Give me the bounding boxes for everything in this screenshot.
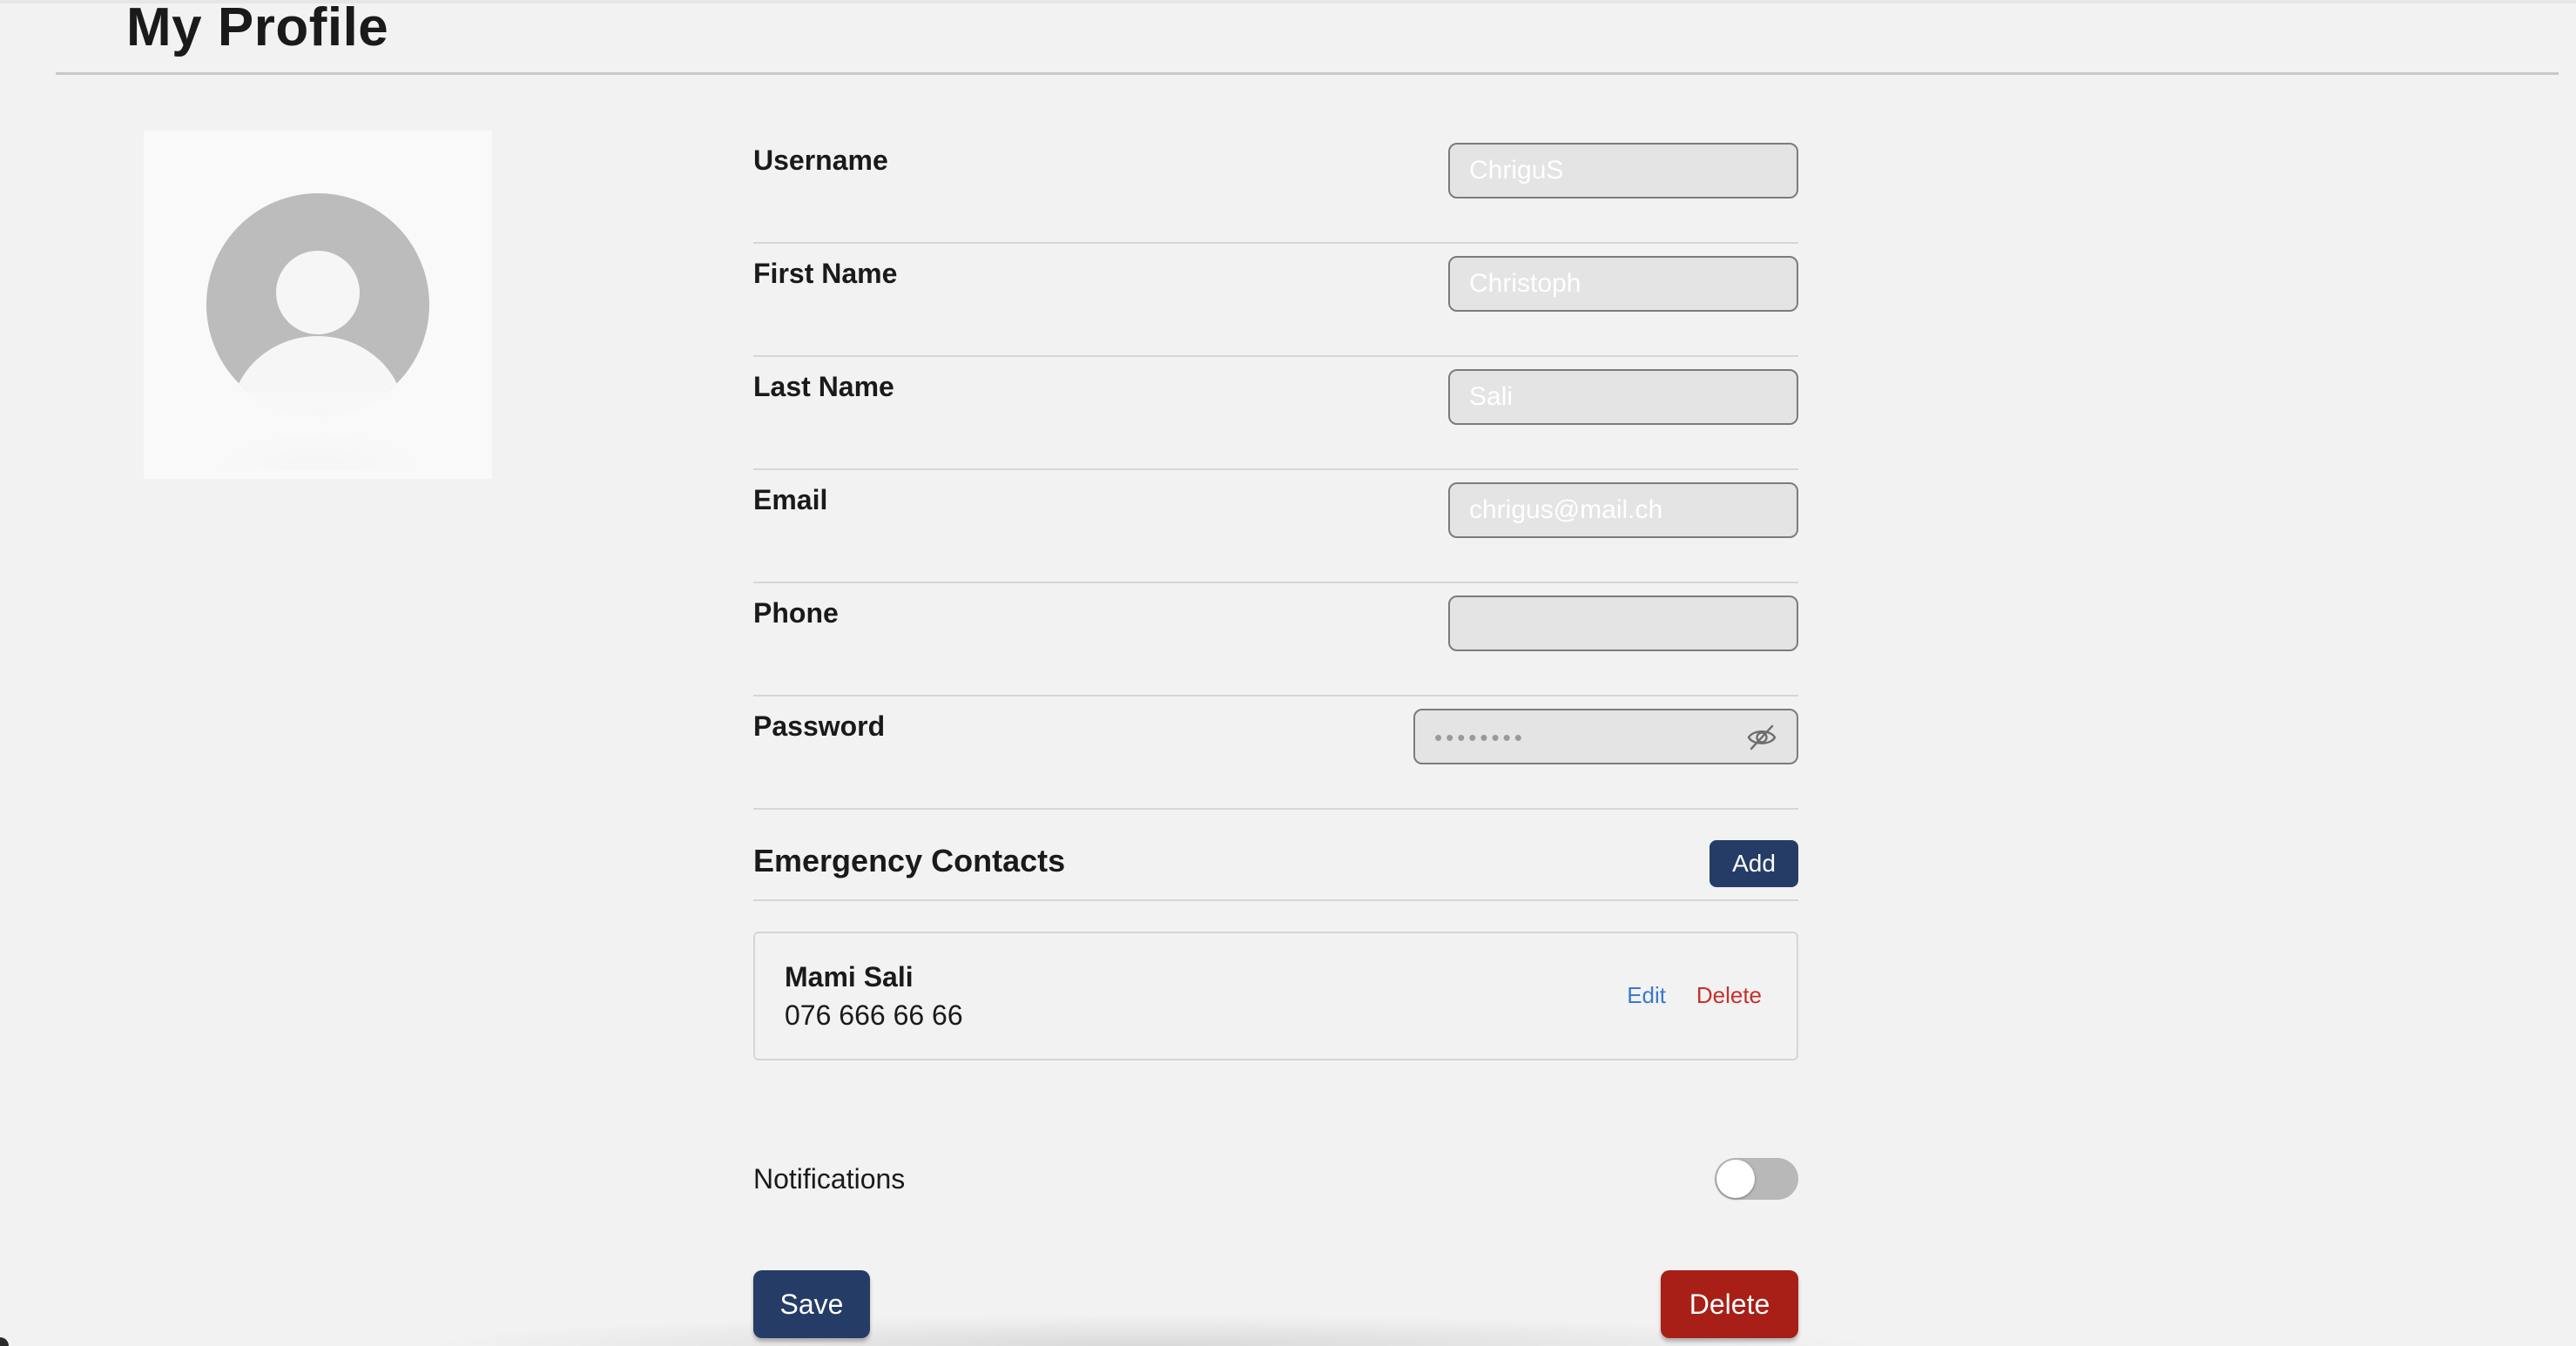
last-name-row: Last Name [753, 357, 1798, 470]
last-name-input[interactable] [1448, 369, 1798, 425]
phone-input[interactable] [1448, 596, 1798, 651]
page-title: My Profile [126, 0, 389, 57]
emergency-contacts-title: Emergency Contacts [753, 843, 1066, 878]
email-row: Email [753, 470, 1798, 583]
notifications-label: Notifications [753, 1163, 906, 1195]
username-label: Username [753, 145, 888, 176]
title-divider [56, 72, 2559, 75]
user-avatar-icon [206, 193, 429, 470]
edit-contact-link[interactable]: Edit [1627, 982, 1666, 1009]
save-button[interactable]: Save [753, 1270, 870, 1338]
password-label: Password [753, 710, 886, 742]
username-input[interactable] [1448, 143, 1798, 199]
emergency-contacts-header: Emergency Contacts Add [753, 805, 1798, 901]
first-name-label: First Name [753, 258, 898, 289]
delete-account-button[interactable]: Delete [1661, 1270, 1798, 1338]
first-name-input[interactable] [1448, 256, 1798, 312]
email-input[interactable] [1448, 482, 1798, 538]
contact-name: Mami Sali [785, 961, 914, 993]
phone-row: Phone [753, 583, 1798, 697]
notifications-toggle[interactable] [1715, 1158, 1798, 1200]
phone-label: Phone [753, 597, 839, 629]
avatar[interactable] [144, 131, 492, 479]
password-row: Password [753, 697, 1798, 810]
password-field [1413, 709, 1798, 764]
email-label: Email [753, 484, 828, 515]
window-corner [0, 1337, 9, 1346]
contact-card: Mami Sali 076 666 66 66 Edit Delete [753, 932, 1798, 1060]
last-name-label: Last Name [753, 371, 894, 402]
first-name-row: First Name [753, 244, 1798, 357]
toggle-knob [1716, 1160, 1755, 1198]
username-row: Username [753, 131, 1798, 244]
eye-off-icon[interactable] [1746, 723, 1777, 752]
add-contact-button[interactable]: Add [1709, 840, 1798, 887]
delete-contact-link[interactable]: Delete [1696, 982, 1762, 1009]
password-input[interactable] [1433, 716, 1732, 759]
contact-phone: 076 666 66 66 [785, 999, 963, 1031]
